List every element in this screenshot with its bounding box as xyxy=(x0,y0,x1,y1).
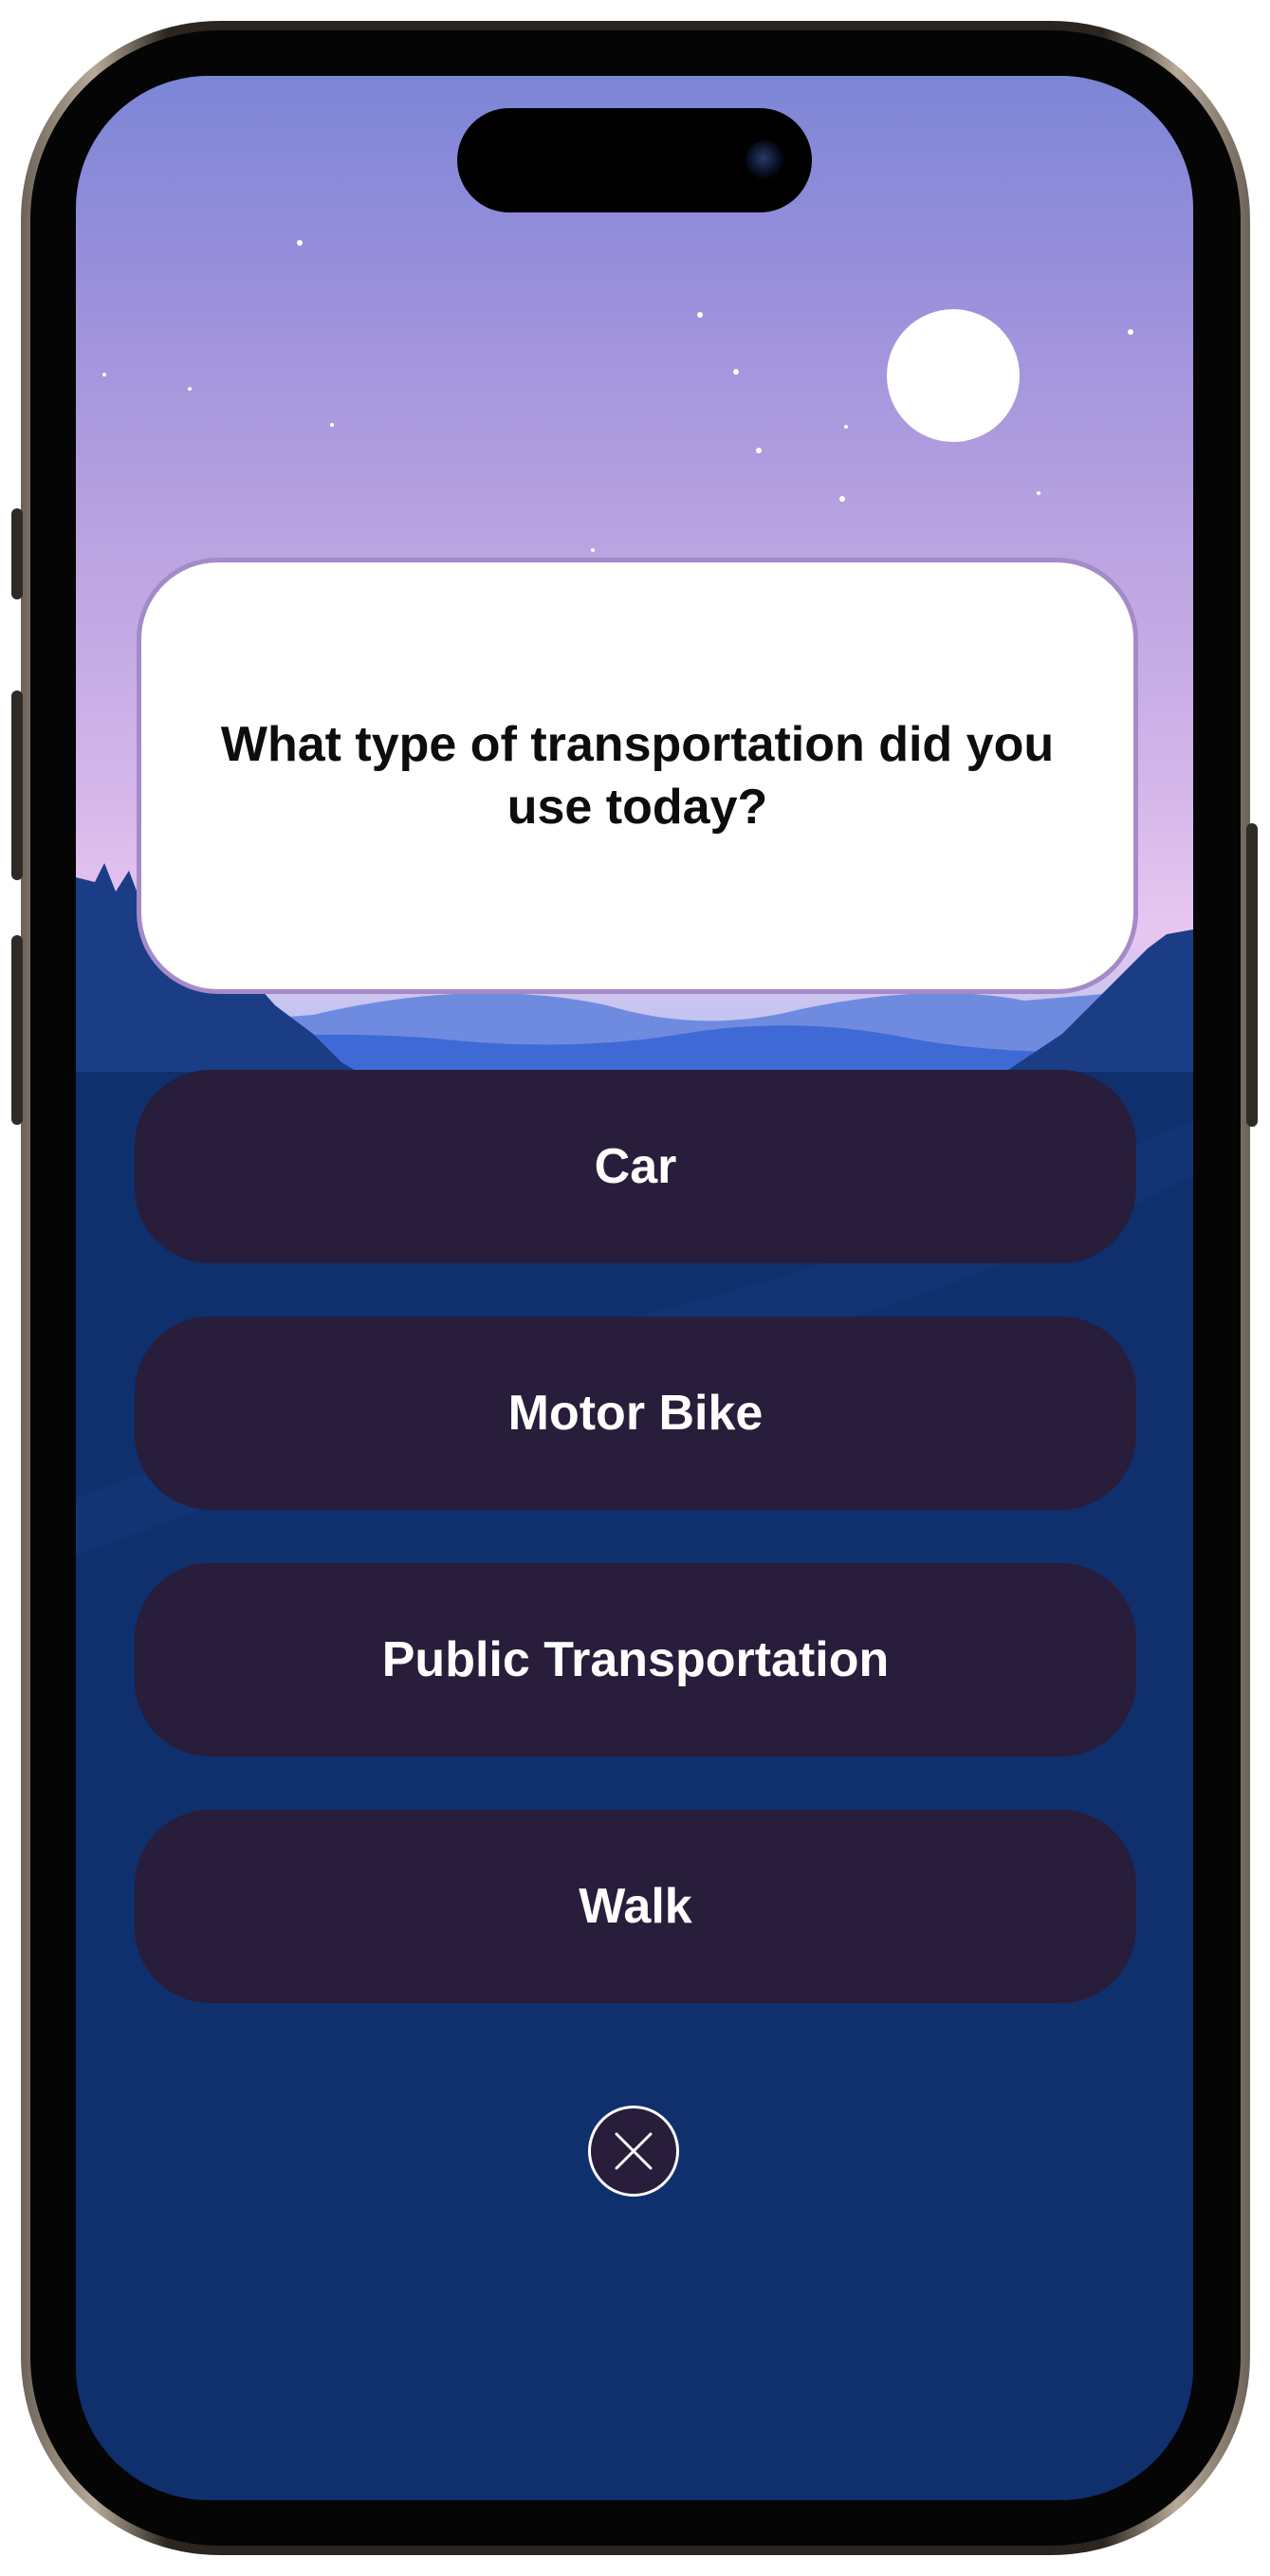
volume-up-button xyxy=(11,690,23,880)
answer-options: Car Motor Bike Public Transportation Wal… xyxy=(135,1070,1136,2056)
front-camera xyxy=(745,140,785,180)
close-button[interactable] xyxy=(588,2106,679,2197)
moon xyxy=(887,309,1020,442)
close-icon xyxy=(615,2132,653,2170)
volume-down-button xyxy=(11,935,23,1125)
action-button xyxy=(11,508,23,599)
question-card: What type of transportation did you use … xyxy=(137,558,1138,994)
option-motor-bike-button[interactable]: Motor Bike xyxy=(135,1316,1136,1510)
dynamic-island xyxy=(457,108,812,212)
power-button xyxy=(1246,823,1258,1127)
app-screen: What type of transportation did you use … xyxy=(76,76,1193,2500)
option-walk-button[interactable]: Walk xyxy=(135,1810,1136,2003)
option-public-transportation-button[interactable]: Public Transportation xyxy=(135,1563,1136,1757)
option-car-button[interactable]: Car xyxy=(135,1070,1136,1263)
question-text: What type of transportation did you use … xyxy=(220,717,1055,835)
